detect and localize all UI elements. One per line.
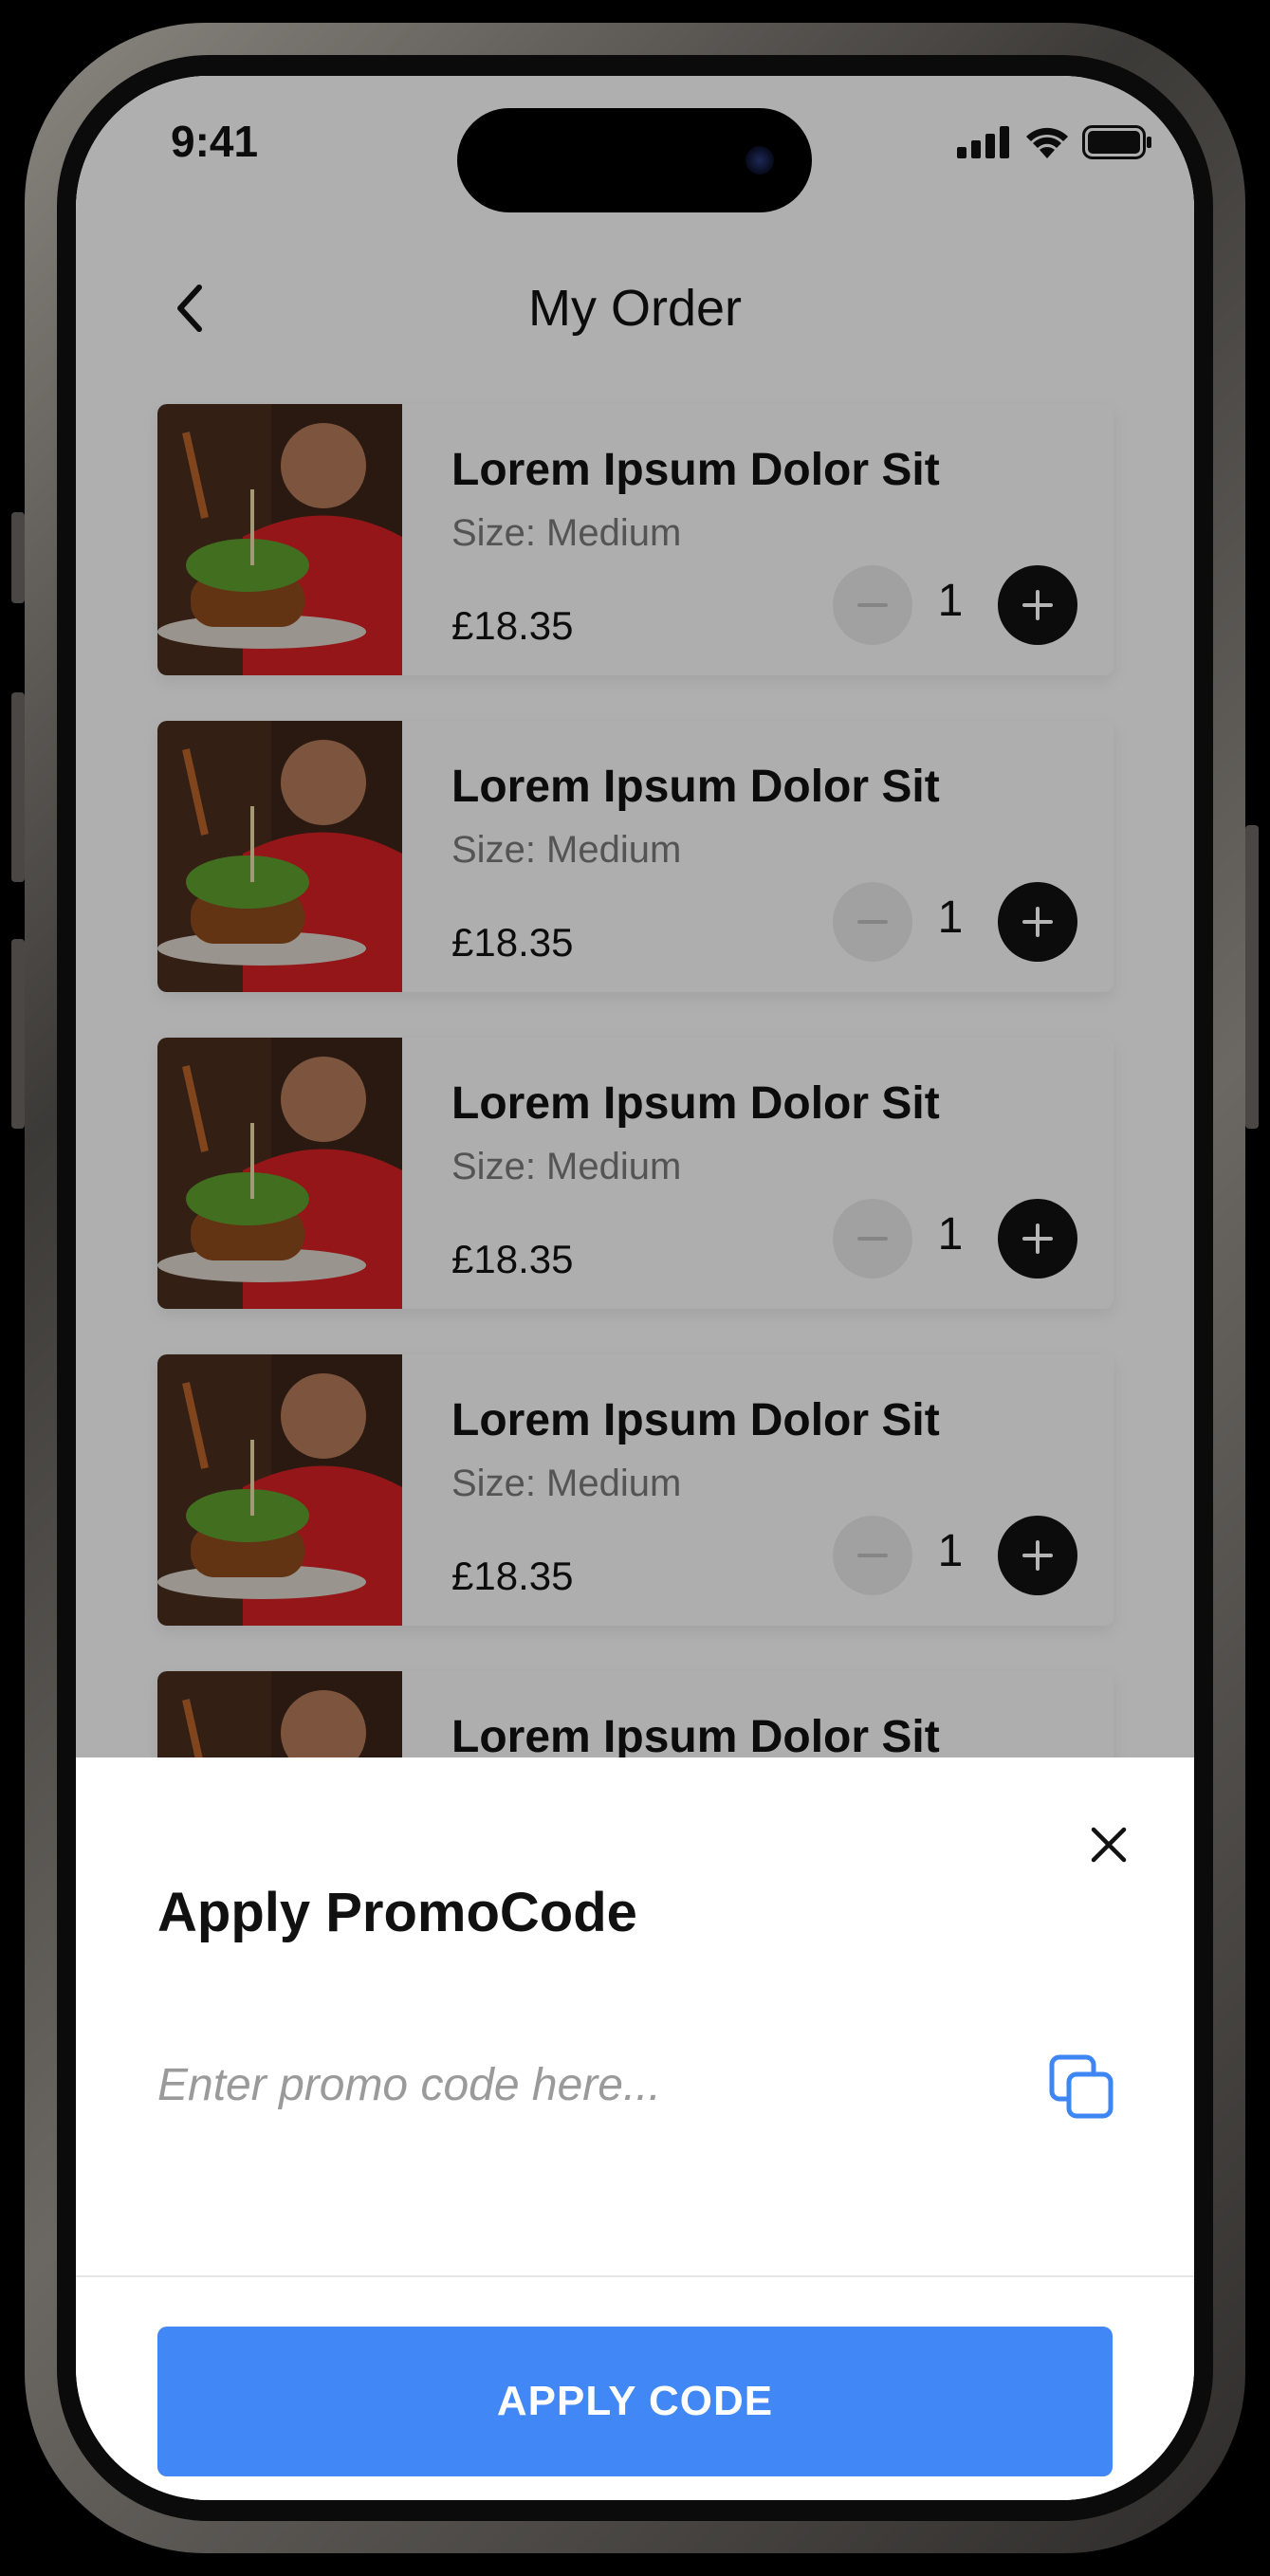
action-button <box>11 512 25 603</box>
volume-up-button <box>11 692 25 882</box>
modal-backdrop[interactable] <box>76 76 1194 1757</box>
volume-down-button <box>11 939 25 1129</box>
paste-code-button[interactable] <box>1046 2052 1118 2124</box>
divider <box>76 2275 1194 2277</box>
power-button <box>1245 825 1259 1129</box>
sheet-title: Apply PromoCode <box>157 1882 637 1943</box>
apply-code-button[interactable]: APPLY CODE <box>157 2327 1113 2476</box>
phone-screen: 9:41 My Order Lorem Ipsum Dolor Sit Size… <box>76 76 1194 2500</box>
promo-code-sheet: Apply PromoCode APPLY CODE <box>76 1757 1194 2500</box>
copy-icon <box>1049 2054 1114 2119</box>
close-button[interactable] <box>1078 1814 1139 1875</box>
promo-code-input[interactable] <box>157 2042 964 2127</box>
close-icon <box>1091 1827 1127 1863</box>
